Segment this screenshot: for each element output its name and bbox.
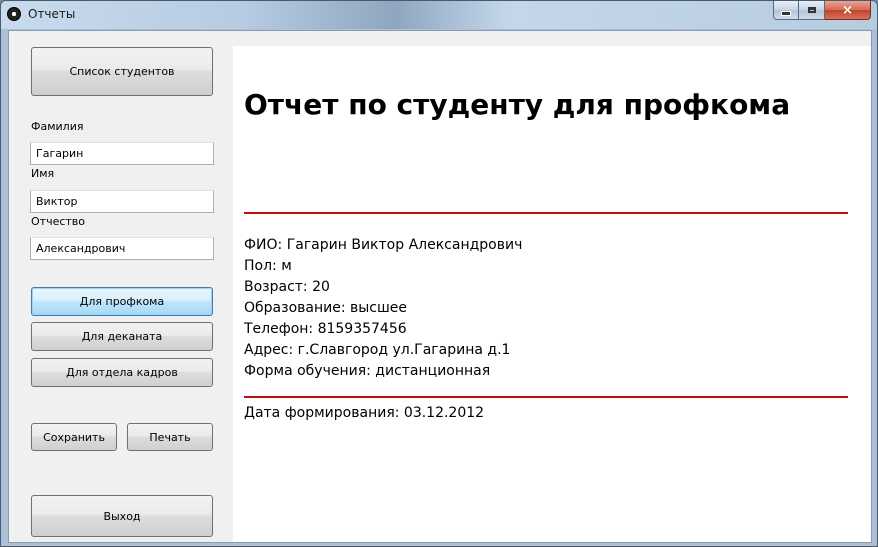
report-phone: Телефон: 8159357456	[244, 321, 407, 337]
patronymic-input[interactable]: Александрович	[30, 237, 214, 260]
first-name-input[interactable]: Виктор	[30, 190, 214, 213]
report-gender: Пол: м	[244, 258, 292, 274]
dean-report-button[interactable]: Для деканата	[31, 322, 213, 351]
first-name-label: Имя	[31, 167, 55, 180]
report-fio: ФИО: Гагарин Виктор Александрович	[244, 237, 523, 253]
report-divider-top	[244, 212, 848, 214]
report-study-form: Форма обучения: дистанционная	[244, 363, 491, 379]
print-button[interactable]: Печать	[127, 423, 213, 451]
last-name-label: Фамилия	[31, 120, 84, 133]
report-document: Отчет по студенту для профкома ФИО: Гага…	[233, 46, 871, 542]
report-address: Адрес: г.Славгород ул.Гагарина д.1	[244, 342, 511, 358]
title-bar[interactable]: Отчеты ×	[1, 1, 877, 29]
union-report-button[interactable]: Для профкома	[31, 287, 213, 316]
window-controls: ×	[773, 1, 871, 21]
close-icon: ×	[842, 2, 853, 18]
client-area: Список студентов Фамилия Гагарин Имя Вик…	[8, 30, 872, 543]
report-date: Дата формирования: 03.12.2012	[244, 405, 485, 421]
exit-button[interactable]: Выход	[31, 495, 213, 537]
patronymic-label: Отчество	[31, 215, 86, 228]
maximize-icon	[807, 7, 816, 13]
app-icon	[7, 7, 21, 21]
maximize-button[interactable]	[799, 1, 825, 20]
save-button[interactable]: Сохранить	[31, 423, 117, 451]
window-title: Отчеты	[28, 7, 76, 21]
report-title: Отчет по студенту для профкома	[244, 88, 791, 121]
reports-window: Отчеты × Список студентов Фамилия Гагари…	[0, 0, 878, 547]
minimize-button[interactable]	[773, 1, 799, 20]
close-button[interactable]: ×	[825, 1, 871, 20]
last-name-input[interactable]: Гагарин	[30, 142, 214, 165]
students-list-button[interactable]: Список студентов	[31, 47, 213, 96]
report-age: Возраст: 20	[244, 279, 330, 295]
report-divider-bottom	[244, 396, 848, 398]
minimize-icon	[781, 10, 791, 16]
report-education: Образование: высшее	[244, 300, 408, 316]
hr-report-button[interactable]: Для отдела кадров	[31, 358, 213, 387]
